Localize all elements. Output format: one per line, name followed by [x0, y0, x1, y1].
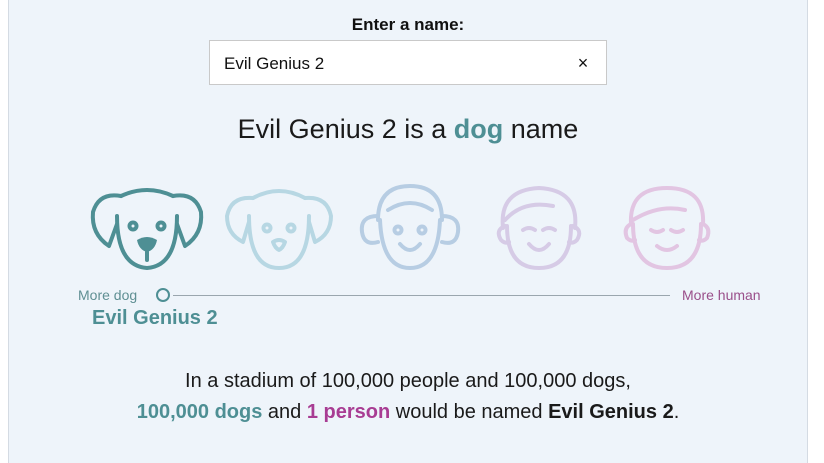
- dog-human-scale: [173, 295, 670, 296]
- dog-count: 100,000 dogs: [136, 401, 263, 423]
- headline-is-a: is a: [396, 114, 454, 144]
- headline-name: Evil Genius 2: [237, 114, 397, 144]
- headline-suffix: name: [503, 114, 579, 144]
- headline-kind: dog: [453, 114, 504, 144]
- name-input[interactable]: [222, 50, 566, 78]
- person-count: 1 person: [306, 401, 391, 423]
- stat-name: Evil Genius 2: [548, 401, 674, 423]
- scale-marker: [156, 288, 170, 302]
- result-headline: Evil Genius 2 is a dog name: [9, 114, 807, 145]
- dog-like-face-icon: [225, 189, 333, 270]
- more-dog-label: More dog: [78, 287, 138, 303]
- stat-period: .: [673, 401, 680, 423]
- neutral-face-icon: [359, 184, 461, 270]
- name-input-box[interactable]: ×: [209, 40, 607, 85]
- human-face-icon: [623, 186, 711, 270]
- stadium-statement: In a stadium of 100,000 people and 100,0…: [109, 366, 707, 428]
- enter-name-label: Enter a name:: [351, 15, 465, 34]
- more-human-label: More human: [682, 287, 761, 303]
- dog-face-icon: [90, 188, 204, 270]
- stat-line1: In a stadium of 100,000 people and 100,0…: [185, 370, 631, 392]
- selected-name-label: Evil Genius 2: [92, 307, 218, 329]
- stat-and: and: [262, 401, 307, 423]
- clear-icon[interactable]: ×: [570, 50, 596, 76]
- name-quiz-panel: Enter a name: × Evil Genius 2 is a dog n…: [8, 0, 808, 463]
- stat-would: would be named: [390, 401, 549, 423]
- human-like-face-icon: [496, 186, 582, 270]
